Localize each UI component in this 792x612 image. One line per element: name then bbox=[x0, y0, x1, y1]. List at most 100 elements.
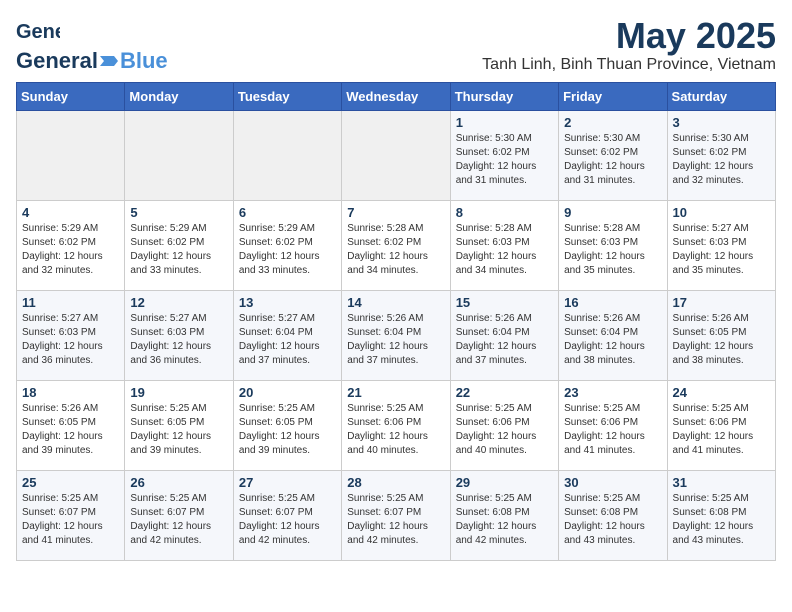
day-info: Sunrise: 5:25 AM Sunset: 6:07 PM Dayligh… bbox=[22, 492, 119, 548]
day-info: Sunrise: 5:27 AM Sunset: 6:03 PM Dayligh… bbox=[673, 222, 770, 278]
day-info: Sunrise: 5:30 AM Sunset: 6:02 PM Dayligh… bbox=[673, 132, 770, 188]
calendar-cell bbox=[233, 111, 341, 201]
day-number: 9 bbox=[564, 205, 661, 220]
day-info: Sunrise: 5:25 AM Sunset: 6:08 PM Dayligh… bbox=[673, 492, 770, 548]
day-number: 22 bbox=[456, 385, 553, 400]
logo-blue-text: Blue bbox=[120, 48, 168, 74]
calendar-cell: 7 Sunrise: 5:28 AM Sunset: 6:02 PM Daylig… bbox=[342, 201, 450, 291]
calendar-cell: 16 Sunrise: 5:26 AM Sunset: 6:04 PM Dayli… bbox=[559, 291, 667, 381]
day-info: Sunrise: 5:25 AM Sunset: 6:06 PM Dayligh… bbox=[347, 402, 444, 458]
calendar-cell: 30 Sunrise: 5:25 AM Sunset: 6:08 PM Dayli… bbox=[559, 471, 667, 561]
day-info: Sunrise: 5:26 AM Sunset: 6:04 PM Dayligh… bbox=[456, 312, 553, 368]
weekday-header-row: SundayMondayTuesdayWednesdayThursdayFrid… bbox=[17, 83, 776, 111]
calendar-cell: 10 Sunrise: 5:27 AM Sunset: 6:03 PM Dayli… bbox=[667, 201, 775, 291]
calendar-cell: 29 Sunrise: 5:25 AM Sunset: 6:08 PM Dayli… bbox=[450, 471, 558, 561]
calendar-cell: 8Sunrise: 5:28 AM Sunset: 6:03 PM Daylig… bbox=[450, 201, 558, 291]
day-number: 31 bbox=[673, 475, 770, 490]
day-number: 19 bbox=[130, 385, 227, 400]
day-number: 12 bbox=[130, 295, 227, 310]
day-info: Sunrise: 5:29 AM Sunset: 6:02 PM Dayligh… bbox=[130, 222, 227, 278]
day-info: Sunrise: 5:25 AM Sunset: 6:06 PM Dayligh… bbox=[456, 402, 553, 458]
day-number: 24 bbox=[673, 385, 770, 400]
calendar-cell: 22 Sunrise: 5:25 AM Sunset: 6:06 PM Dayli… bbox=[450, 381, 558, 471]
day-number: 2 bbox=[564, 115, 661, 130]
day-number: 29 bbox=[456, 475, 553, 490]
day-info: Sunrise: 5:25 AM Sunset: 6:06 PM Dayligh… bbox=[564, 402, 661, 458]
day-number: 5 bbox=[130, 205, 227, 220]
svg-text:General: General bbox=[16, 21, 60, 43]
calendar-cell: 23 Sunrise: 5:25 AM Sunset: 6:06 PM Dayli… bbox=[559, 381, 667, 471]
day-number: 1 bbox=[456, 115, 553, 130]
week-row-5: 25 Sunrise: 5:25 AM Sunset: 6:07 PM Dayli… bbox=[17, 471, 776, 561]
day-number: 20 bbox=[239, 385, 336, 400]
day-info: Sunrise: 5:25 AM Sunset: 6:06 PM Dayligh… bbox=[673, 402, 770, 458]
calendar-cell: 5 Sunrise: 5:29 AM Sunset: 6:02 PM Daylig… bbox=[125, 201, 233, 291]
logo: General General Blue bbox=[16, 16, 168, 74]
day-info: Sunrise: 5:25 AM Sunset: 6:05 PM Dayligh… bbox=[130, 402, 227, 458]
calendar-cell: 21 Sunrise: 5:25 AM Sunset: 6:06 PM Dayli… bbox=[342, 381, 450, 471]
calendar-cell: 11Sunrise: 5:27 AM Sunset: 6:03 PM Dayli… bbox=[17, 291, 125, 381]
calendar-cell: 18Sunrise: 5:26 AM Sunset: 6:05 PM Dayli… bbox=[17, 381, 125, 471]
day-info: Sunrise: 5:27 AM Sunset: 6:04 PM Dayligh… bbox=[239, 312, 336, 368]
day-info: Sunrise: 5:25 AM Sunset: 6:07 PM Dayligh… bbox=[130, 492, 227, 548]
weekday-header-tuesday: Tuesday bbox=[233, 83, 341, 111]
day-number: 4 bbox=[22, 205, 119, 220]
day-number: 25 bbox=[22, 475, 119, 490]
weekday-header-thursday: Thursday bbox=[450, 83, 558, 111]
day-info: Sunrise: 5:26 AM Sunset: 6:05 PM Dayligh… bbox=[22, 402, 119, 458]
calendar-cell: 28 Sunrise: 5:25 AM Sunset: 6:07 PM Dayli… bbox=[342, 471, 450, 561]
calendar-cell: 25 Sunrise: 5:25 AM Sunset: 6:07 PM Dayli… bbox=[17, 471, 125, 561]
logo-general-text: General bbox=[16, 48, 98, 74]
day-info: Sunrise: 5:25 AM Sunset: 6:08 PM Dayligh… bbox=[456, 492, 553, 548]
day-number: 7 bbox=[347, 205, 444, 220]
calendar-cell: 3Sunrise: 5:30 AM Sunset: 6:02 PM Daylig… bbox=[667, 111, 775, 201]
month-title: May 2025 bbox=[482, 16, 776, 56]
weekday-header-saturday: Saturday bbox=[667, 83, 775, 111]
calendar-cell: 6Sunrise: 5:29 AM Sunset: 6:02 PM Daylig… bbox=[233, 201, 341, 291]
calendar-cell: 2 Sunrise: 5:30 AM Sunset: 6:02 PM Daylig… bbox=[559, 111, 667, 201]
calendar-cell: 27Sunrise: 5:25 AM Sunset: 6:07 PM Dayli… bbox=[233, 471, 341, 561]
day-number: 23 bbox=[564, 385, 661, 400]
calendar-cell: 14Sunrise: 5:26 AM Sunset: 6:04 PM Dayli… bbox=[342, 291, 450, 381]
calendar-cell: 24 Sunrise: 5:25 AM Sunset: 6:06 PM Dayli… bbox=[667, 381, 775, 471]
calendar-cell: 19 Sunrise: 5:25 AM Sunset: 6:05 PM Dayli… bbox=[125, 381, 233, 471]
day-info: Sunrise: 5:26 AM Sunset: 6:04 PM Dayligh… bbox=[564, 312, 661, 368]
calendar-cell: 15 Sunrise: 5:26 AM Sunset: 6:04 PM Dayli… bbox=[450, 291, 558, 381]
calendar-cell: 12 Sunrise: 5:27 AM Sunset: 6:03 PM Dayli… bbox=[125, 291, 233, 381]
week-row-2: 4 Sunrise: 5:29 AM Sunset: 6:02 PM Daylig… bbox=[17, 201, 776, 291]
calendar-cell: 17Sunrise: 5:26 AM Sunset: 6:05 PM Dayli… bbox=[667, 291, 775, 381]
day-info: Sunrise: 5:27 AM Sunset: 6:03 PM Dayligh… bbox=[130, 312, 227, 368]
day-number: 16 bbox=[564, 295, 661, 310]
day-info: Sunrise: 5:27 AM Sunset: 6:03 PM Dayligh… bbox=[22, 312, 119, 368]
day-number: 28 bbox=[347, 475, 444, 490]
logo-arrow-icon bbox=[100, 52, 118, 70]
calendar-cell bbox=[125, 111, 233, 201]
calendar-cell: 1 Sunrise: 5:30 AM Sunset: 6:02 PM Daylig… bbox=[450, 111, 558, 201]
day-info: Sunrise: 5:25 AM Sunset: 6:07 PM Dayligh… bbox=[239, 492, 336, 548]
day-number: 21 bbox=[347, 385, 444, 400]
day-number: 13 bbox=[239, 295, 336, 310]
calendar-cell bbox=[342, 111, 450, 201]
day-info: Sunrise: 5:25 AM Sunset: 6:08 PM Dayligh… bbox=[564, 492, 661, 548]
week-row-4: 18Sunrise: 5:26 AM Sunset: 6:05 PM Dayli… bbox=[17, 381, 776, 471]
day-info: Sunrise: 5:28 AM Sunset: 6:03 PM Dayligh… bbox=[564, 222, 661, 278]
day-info: Sunrise: 5:28 AM Sunset: 6:02 PM Dayligh… bbox=[347, 222, 444, 278]
location-title: Tanh Linh, Binh Thuan Province, Vietnam bbox=[482, 56, 776, 74]
day-number: 17 bbox=[673, 295, 770, 310]
logo-icon: General bbox=[16, 16, 60, 48]
week-row-1: 1 Sunrise: 5:30 AM Sunset: 6:02 PM Daylig… bbox=[17, 111, 776, 201]
day-info: Sunrise: 5:30 AM Sunset: 6:02 PM Dayligh… bbox=[456, 132, 553, 188]
day-number: 15 bbox=[456, 295, 553, 310]
day-number: 30 bbox=[564, 475, 661, 490]
weekday-header-sunday: Sunday bbox=[17, 83, 125, 111]
day-info: Sunrise: 5:29 AM Sunset: 6:02 PM Dayligh… bbox=[239, 222, 336, 278]
calendar-cell: 20Sunrise: 5:25 AM Sunset: 6:05 PM Dayli… bbox=[233, 381, 341, 471]
day-info: Sunrise: 5:30 AM Sunset: 6:02 PM Dayligh… bbox=[564, 132, 661, 188]
calendar-table: SundayMondayTuesdayWednesdayThursdayFrid… bbox=[16, 82, 776, 561]
day-info: Sunrise: 5:25 AM Sunset: 6:07 PM Dayligh… bbox=[347, 492, 444, 548]
weekday-header-monday: Monday bbox=[125, 83, 233, 111]
day-number: 10 bbox=[673, 205, 770, 220]
calendar-cell: 26Sunrise: 5:25 AM Sunset: 6:07 PM Dayli… bbox=[125, 471, 233, 561]
day-info: Sunrise: 5:29 AM Sunset: 6:02 PM Dayligh… bbox=[22, 222, 119, 278]
day-info: Sunrise: 5:26 AM Sunset: 6:04 PM Dayligh… bbox=[347, 312, 444, 368]
